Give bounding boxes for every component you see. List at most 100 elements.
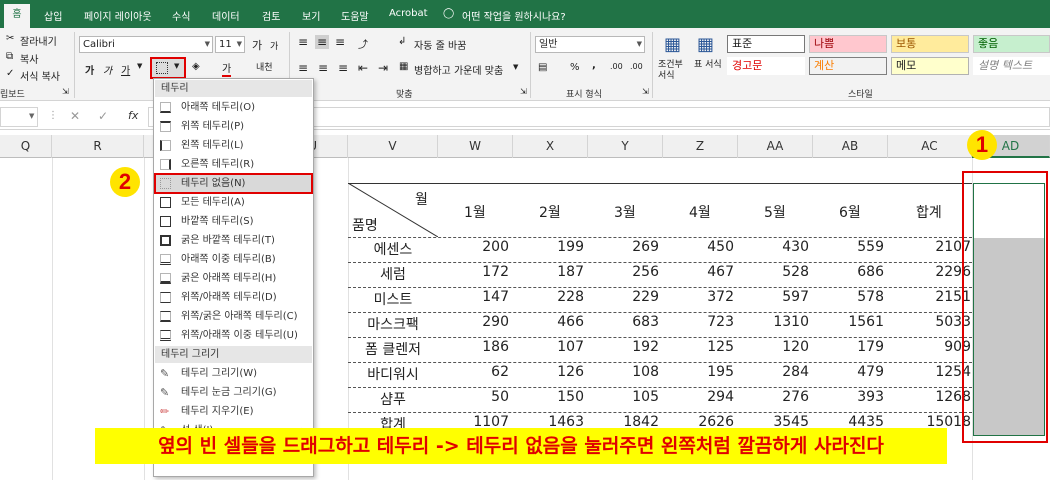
style-good[interactable]: 좋음 bbox=[973, 35, 1050, 53]
font-name-value: Calibri bbox=[83, 39, 115, 50]
tab-acrobat[interactable]: Acrobat bbox=[389, 8, 428, 19]
menu-item-top-bottom-border[interactable]: 위쪽/아래쪽 테두리(D) bbox=[155, 288, 312, 307]
tab-home[interactable]: 홈 bbox=[4, 4, 30, 28]
column-header-y[interactable]: Y bbox=[588, 135, 663, 158]
tab-help[interactable]: 도움말 bbox=[341, 8, 369, 23]
cut-button[interactable]: 잘라내기 bbox=[20, 33, 57, 48]
diagonal-header-line bbox=[348, 183, 438, 237]
italic-button[interactable]: 가 bbox=[103, 62, 112, 77]
style-neutral[interactable]: 보통 bbox=[891, 35, 969, 53]
chevron-down-icon: ▼ bbox=[636, 40, 642, 48]
chevron-down-icon[interactable]: ▼ bbox=[137, 62, 142, 70]
align-bottom-icon[interactable]: ≡ bbox=[335, 35, 345, 49]
format-table-button[interactable]: 표 서식 bbox=[694, 60, 722, 71]
column-header-z[interactable]: Z bbox=[663, 135, 738, 158]
menu-item-right-border[interactable]: 오른쪽 테두리(R) bbox=[155, 155, 312, 174]
copy-button[interactable]: 복사 bbox=[20, 51, 38, 66]
menu-item-bottom-border[interactable]: 아래쪽 테두리(O) bbox=[155, 98, 312, 117]
tell-me-search[interactable]: 어떤 작업을 원하시나요? bbox=[462, 8, 566, 23]
decrease-indent-icon[interactable]: ⇤ bbox=[358, 61, 368, 75]
accounting-format-icon[interactable]: ▤ bbox=[538, 62, 547, 73]
menu-item-top-double-bottom-border[interactable]: 위쪽/아래쪽 이중 테두리(U) bbox=[155, 326, 312, 345]
menu-item-thick-bottom-border[interactable]: 굵은 아래쪽 테두리(H) bbox=[155, 269, 312, 288]
insert-function-button[interactable]: fx bbox=[128, 109, 138, 122]
table-cell: 256 bbox=[632, 264, 659, 280]
column-header-q[interactable]: Q bbox=[0, 135, 52, 158]
style-warning[interactable]: 경고문 bbox=[727, 57, 805, 75]
table-cell: 1561 bbox=[848, 314, 884, 330]
menu-item-thick-outside-borders[interactable]: 굵은 바깥쪽 테두리(T) bbox=[155, 231, 312, 250]
column-header-r[interactable]: R bbox=[52, 135, 144, 158]
dialog-launcher-icon[interactable]: ⇲ bbox=[520, 87, 527, 96]
tab-page-layout[interactable]: 페이지 레이아웃 bbox=[84, 8, 152, 23]
menu-item-draw-border-grid[interactable]: ✎ 테두리 눈금 그리기(G) bbox=[155, 383, 312, 402]
column-header-aa[interactable]: AA bbox=[738, 135, 813, 158]
border-button[interactable]: ▼ bbox=[150, 57, 186, 79]
table-cell: 578 bbox=[857, 289, 884, 305]
column-header-w[interactable]: W bbox=[438, 135, 513, 158]
phonetic-button[interactable]: 내천 bbox=[256, 60, 273, 73]
align-left-icon[interactable]: ≡ bbox=[298, 61, 308, 75]
thick-bottom-border-icon bbox=[160, 273, 171, 284]
bold-button[interactable]: 가 bbox=[85, 62, 94, 77]
tab-view[interactable]: 보기 bbox=[302, 8, 320, 23]
merge-center-button[interactable]: 병합하고 가운데 맞춤 bbox=[414, 62, 503, 77]
menu-item-bottom-double-border[interactable]: 아래쪽 이중 테두리(B) bbox=[155, 250, 312, 269]
wrap-text-button[interactable]: 자동 줄 바꿈 bbox=[414, 37, 466, 52]
menu-item-no-border[interactable]: 테두리 없음(N) bbox=[154, 173, 313, 194]
font-size-value: 11 bbox=[219, 39, 232, 50]
percent-style-button[interactable]: % bbox=[570, 62, 580, 73]
decrease-decimal-button[interactable]: .00 bbox=[630, 62, 643, 71]
style-bad[interactable]: 나쁨 bbox=[809, 35, 887, 53]
align-middle-icon[interactable]: ≡ bbox=[315, 35, 330, 49]
column-header-v[interactable]: V bbox=[348, 135, 438, 158]
fill-color-icon[interactable]: ◈ bbox=[192, 61, 200, 72]
orientation-icon[interactable]: ⤴ bbox=[358, 36, 368, 51]
menu-item-left-border[interactable]: 왼쪽 테두리(L) bbox=[155, 136, 312, 155]
grow-font-button[interactable]: 가 bbox=[252, 37, 262, 53]
tab-formulas[interactable]: 수식 bbox=[172, 8, 190, 23]
dialog-launcher-icon[interactable]: ⇲ bbox=[62, 87, 69, 96]
corner-label-product: 품명 bbox=[352, 218, 378, 234]
table-cell: 430 bbox=[782, 239, 809, 255]
increase-indent-icon[interactable]: ⇥ bbox=[378, 61, 388, 75]
menu-item-top-border[interactable]: 위쪽 테두리(P) bbox=[155, 117, 312, 136]
chevron-down-icon[interactable]: ▼ bbox=[513, 63, 518, 71]
style-normal[interactable]: 표준 bbox=[727, 35, 805, 53]
number-format-combo[interactable]: 일반 ▼ bbox=[535, 36, 645, 53]
format-painter-button[interactable]: 서식 복사 bbox=[20, 68, 60, 83]
tab-insert[interactable]: 삽입 bbox=[44, 8, 62, 23]
column-header-ac[interactable]: AC bbox=[888, 135, 972, 158]
style-calculation[interactable]: 계산 bbox=[809, 57, 887, 75]
align-top-icon[interactable]: ≡ bbox=[298, 35, 308, 49]
dialog-launcher-icon[interactable]: ⇲ bbox=[642, 87, 649, 96]
column-header-x[interactable]: X bbox=[513, 135, 588, 158]
cancel-icon[interactable]: ✕ bbox=[70, 109, 80, 123]
product-name: 샴푸 bbox=[380, 392, 406, 408]
name-box[interactable]: ▼ bbox=[0, 107, 38, 127]
enter-icon[interactable]: ✓ bbox=[98, 109, 108, 123]
menu-item-draw-border[interactable]: ✎ 테두리 그리기(W) bbox=[155, 364, 312, 383]
style-note[interactable]: 메모 bbox=[891, 57, 969, 75]
font-name-combo[interactable]: Calibri ▼ bbox=[79, 36, 213, 53]
comma-style-button[interactable]: , bbox=[592, 60, 596, 71]
align-center-icon[interactable]: ≡ bbox=[318, 61, 328, 75]
font-size-combo[interactable]: 11 ▼ bbox=[215, 36, 245, 53]
shrink-font-button[interactable]: 가 bbox=[270, 39, 278, 52]
clipboard-group-label: 립보드 bbox=[0, 90, 25, 100]
conditional-format-button[interactable]: 조건부 서식 bbox=[658, 60, 686, 82]
increase-decimal-button[interactable]: .00 bbox=[610, 62, 623, 71]
thick-outside-borders-icon bbox=[160, 235, 171, 246]
font-color-button[interactable]: 가 bbox=[222, 60, 232, 77]
align-right-icon[interactable]: ≡ bbox=[338, 61, 348, 75]
menu-item-erase-border[interactable]: ✏ 테두리 지우기(E) bbox=[155, 402, 312, 421]
menu-item-top-thick-bottom-border[interactable]: 위쪽/굵은 아래쪽 테두리(C) bbox=[155, 307, 312, 326]
step-marker-2: 2 bbox=[110, 167, 140, 197]
tab-data[interactable]: 데이터 bbox=[212, 8, 240, 23]
underline-button[interactable]: 가 bbox=[121, 62, 130, 77]
menu-item-outside-borders[interactable]: 바깥쪽 테두리(S) bbox=[155, 212, 312, 231]
menu-item-all-borders[interactable]: 모든 테두리(A) bbox=[155, 193, 312, 212]
tab-review[interactable]: 검토 bbox=[262, 8, 280, 23]
column-header-ab[interactable]: AB bbox=[813, 135, 888, 158]
style-explanatory[interactable]: 설명 텍스트 bbox=[973, 57, 1050, 75]
